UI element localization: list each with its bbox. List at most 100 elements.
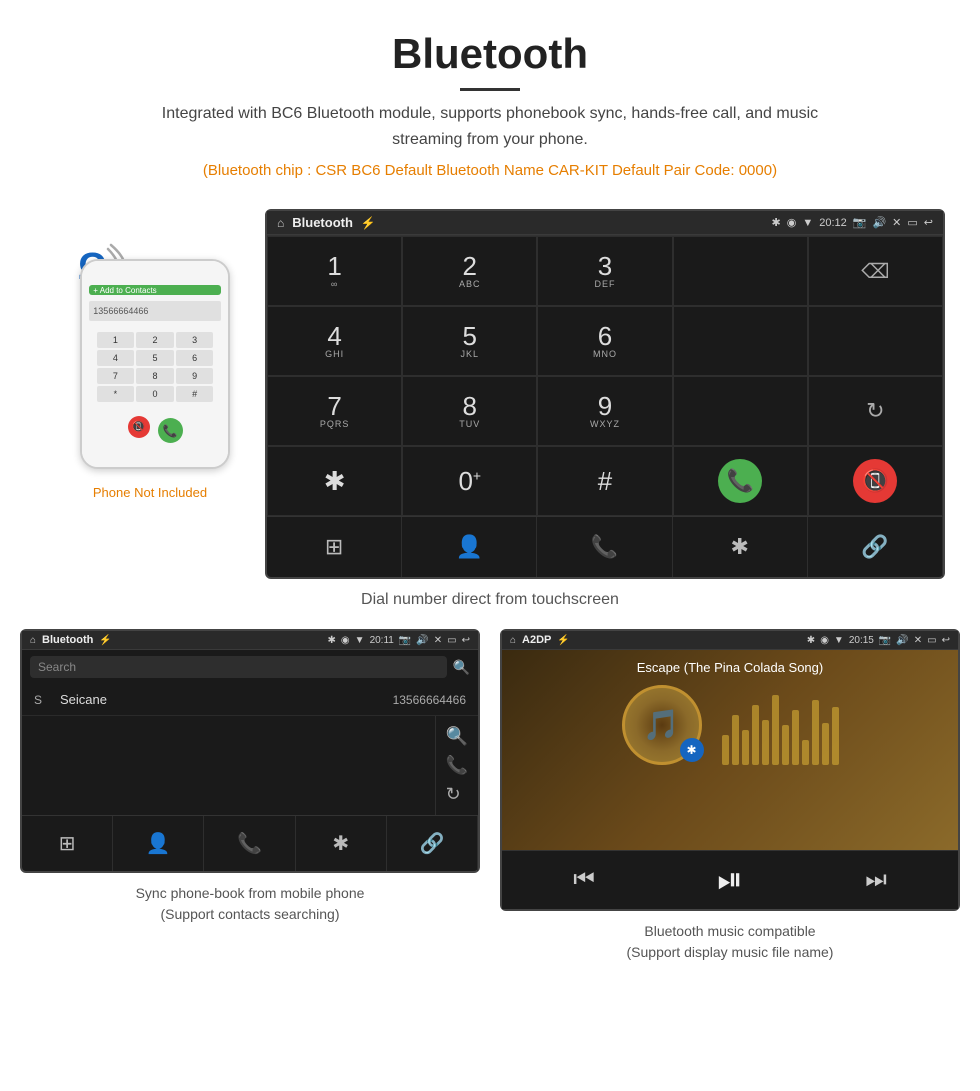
dial-empty-4 <box>673 376 808 446</box>
top-section: Ω + Add to Contacts 13566664466 <box>20 209 960 579</box>
music-controls: ⏮ ⏯ ⏭ <box>502 850 958 909</box>
search-placeholder: Search <box>38 660 76 674</box>
bottom-bluetooth-icon[interactable]: ✱ <box>673 517 808 577</box>
dial-key-0[interactable]: 0+ <box>402 446 537 516</box>
pb-home-icon[interactable]: ⌂ <box>30 635 36 646</box>
pb-screen-label: Bluetooth <box>42 634 93 646</box>
pb-loc-icon: ◉ <box>341 635 350 646</box>
home-icon[interactable]: ⌂ <box>277 216 284 230</box>
pb-side-phone-icon[interactable]: 📞 <box>446 755 468 776</box>
back-icon[interactable]: ↩ <box>924 216 933 229</box>
dial-screen: ⌂ Bluetooth ⚡ ✱ ◉ ▼ 20:12 📷 🔊 ✕ ▭ ↩ <box>265 209 945 579</box>
pb-bottom-bt[interactable]: ✱ <box>296 816 387 871</box>
pb-usb-icon: ⚡ <box>99 635 111 646</box>
music-back-icon[interactable]: ↩ <box>942 635 950 646</box>
usb-icon: ⚡ <box>361 216 376 230</box>
pb-bt-icon: ✱ <box>328 635 336 646</box>
dial-key-star[interactable]: ✱ <box>267 446 402 516</box>
dial-call-green[interactable]: 📞 <box>673 446 808 516</box>
music-usb-icon: ⚡ <box>557 635 569 646</box>
dial-key-8[interactable]: 8TUV <box>402 376 537 446</box>
music-content: Escape (The Pina Colada Song) 🎵 ✱ <box>502 650 958 850</box>
phone-call-button[interactable]: 📞 <box>158 418 183 443</box>
pb-side-refresh-icon[interactable]: ↻ <box>446 784 468 805</box>
volume-icon[interactable]: 🔊 <box>872 216 886 229</box>
phonebook-section: ⌂ Bluetooth ⚡ ✱ ◉ ▼ 20:11 📷 🔊 ✕ ▭ ↩ <box>20 629 480 973</box>
dial-empty-3 <box>808 306 943 376</box>
pb-bottom-grid[interactable]: ⊞ <box>22 816 113 871</box>
pb-cam-icon[interactable]: 📷 <box>399 635 411 646</box>
pb-back-icon[interactable]: ↩ <box>462 635 470 646</box>
next-track-button[interactable]: ⏭ <box>865 866 887 894</box>
window-icon[interactable]: ▭ <box>907 216 917 229</box>
phonebook-bottom-bar: ⊞ 👤 📞 ✱ 🔗 <box>22 815 478 871</box>
dial-key-4[interactable]: 4GHI <box>267 306 402 376</box>
dial-key-6[interactable]: 6MNO <box>537 306 672 376</box>
music-home-icon[interactable]: ⌂ <box>510 635 516 646</box>
music-win-icon[interactable]: ▭ <box>927 635 936 646</box>
music-close-icon[interactable]: ✕ <box>914 635 922 646</box>
camera-icon[interactable]: 📷 <box>853 216 867 229</box>
location-icon: ◉ <box>787 216 797 229</box>
bottom-phone-icon[interactable]: 📞 <box>537 517 672 577</box>
music-cam-icon[interactable]: 📷 <box>879 635 891 646</box>
phonebook-screen: ⌂ Bluetooth ⚡ ✱ ◉ ▼ 20:11 📷 🔊 ✕ ▭ ↩ <box>20 629 480 873</box>
music-note-icon: 🎵 <box>643 708 680 743</box>
contact-letter: S <box>34 693 50 707</box>
signal-icon: ▼ <box>802 217 813 229</box>
pb-side-search-icon[interactable]: 🔍 <box>446 726 468 747</box>
dial-backspace[interactable]: ⌫ <box>808 236 943 306</box>
dial-empty-2 <box>673 306 808 376</box>
phone-mockup: + Add to Contacts 13566664466 123 456 78… <box>80 259 230 469</box>
phone-side: Ω + Add to Contacts 13566664466 <box>35 209 265 500</box>
dial-key-2[interactable]: 2ABC <box>402 236 537 306</box>
search-input[interactable]: Search <box>30 656 447 678</box>
pb-vol-icon[interactable]: 🔊 <box>416 635 428 646</box>
search-icon[interactable]: 🔍 <box>453 659 470 676</box>
pb-bottom-person[interactable]: 👤 <box>113 816 204 871</box>
prev-track-button[interactable]: ⏮ <box>573 866 595 894</box>
search-bar: Search 🔍 <box>22 650 478 684</box>
dial-caption: Dial number direct from touchscreen <box>361 591 619 609</box>
dial-bottom-bar: ⊞ 👤 📞 ✱ 🔗 <box>267 516 943 577</box>
contact-phone: 13566664466 <box>393 693 466 707</box>
contact-row[interactable]: S Seicane 13566664466 <box>22 684 478 716</box>
dial-statusbar: ⌂ Bluetooth ⚡ ✱ ◉ ▼ 20:12 📷 🔊 ✕ ▭ ↩ <box>267 211 943 235</box>
bottom-person-icon[interactable]: 👤 <box>402 517 537 577</box>
phonebook-statusbar: ⌂ Bluetooth ⚡ ✱ ◉ ▼ 20:11 📷 🔊 ✕ ▭ ↩ <box>22 631 478 650</box>
album-art: 🎵 ✱ <box>622 685 702 765</box>
dial-key-1[interactable]: 1∞ <box>267 236 402 306</box>
dial-key-3[interactable]: 3DEF <box>537 236 672 306</box>
dial-key-hash[interactable]: # <box>537 446 672 516</box>
bottom-link-icon[interactable]: 🔗 <box>808 517 943 577</box>
music-section: ⌂ A2DP ⚡ ✱ ◉ ▼ 20:15 📷 🔊 ✕ ▭ ↩ <box>500 629 960 973</box>
pb-bottom-link[interactable]: 🔗 <box>387 816 478 871</box>
dial-key-9[interactable]: 9WXYZ <box>537 376 672 446</box>
main-content: Ω + Add to Contacts 13566664466 <box>0 209 980 973</box>
play-pause-button[interactable]: ⏯ <box>717 861 743 899</box>
dial-key-5[interactable]: 5JKL <box>402 306 537 376</box>
pb-bottom-phone[interactable]: 📞 <box>204 816 295 871</box>
dial-screen-label: Bluetooth <box>292 215 353 230</box>
contact-list: S Seicane 13566664466 <box>22 684 478 716</box>
dial-call-red[interactable]: 📵 <box>808 446 943 516</box>
dial-redial[interactable]: ↻ <box>808 376 943 446</box>
bottom-screenshots: ⌂ Bluetooth ⚡ ✱ ◉ ▼ 20:11 📷 🔊 ✕ ▭ ↩ <box>20 629 960 973</box>
pb-time: 20:11 <box>370 635 394 646</box>
close-icon[interactable]: ✕ <box>892 216 901 229</box>
bottom-grid-icon[interactable]: ⊞ <box>267 517 402 577</box>
pb-win-icon[interactable]: ▭ <box>447 635 456 646</box>
music-screen: ⌂ A2DP ⚡ ✱ ◉ ▼ 20:15 📷 🔊 ✕ ▭ ↩ <box>500 629 960 911</box>
pb-signal-icon: ▼ <box>355 635 365 646</box>
time-display: 20:12 <box>819 217 847 229</box>
page-subtitle: Integrated with BC6 Bluetooth module, su… <box>140 101 840 152</box>
title-divider <box>460 88 520 91</box>
page-title: Bluetooth <box>20 30 960 78</box>
music-caption: Bluetooth music compatible (Support disp… <box>627 921 834 963</box>
music-time: 20:15 <box>849 635 874 646</box>
music-vol-icon[interactable]: 🔊 <box>896 635 908 646</box>
music-bt-icon: ✱ <box>807 635 815 646</box>
dial-key-7[interactable]: 7PQRS <box>267 376 402 446</box>
music-signal-icon: ▼ <box>834 635 844 646</box>
pb-close-icon[interactable]: ✕ <box>434 635 442 646</box>
